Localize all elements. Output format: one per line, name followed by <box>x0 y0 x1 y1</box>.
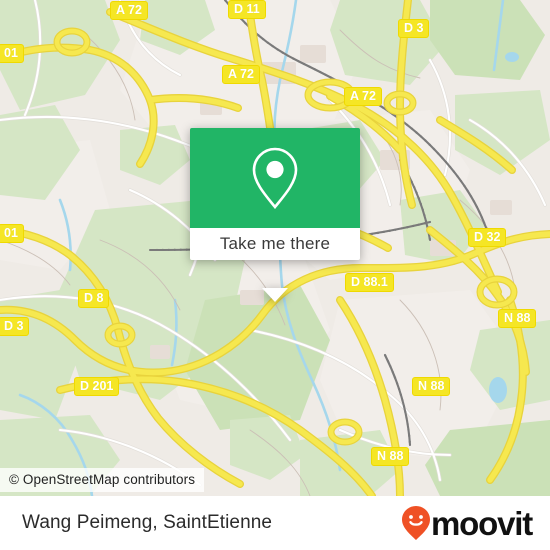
road-shield: N 88 <box>371 447 410 467</box>
road-shield: N 88 <box>498 309 537 329</box>
callout-header <box>190 128 360 228</box>
map-attribution[interactable]: © OpenStreetMap contributors <box>0 468 205 492</box>
callout-pointer <box>262 288 288 302</box>
road-shield: D 201 <box>74 377 120 397</box>
moovit-wordmark: moovit <box>431 504 533 542</box>
road-shield: D 32 <box>468 228 507 248</box>
map-pin-icon <box>252 147 298 210</box>
moovit-map-screenshot: .grn{fill:#d5e6c5} .frs{fill:#cbe1b7} .b… <box>0 0 550 550</box>
place-title: Wang Peimeng, SaintEtienne <box>22 512 273 533</box>
road-shield: D 88.1 <box>345 273 394 293</box>
road-shield: D 11 <box>228 0 266 20</box>
road-shield: A 72 <box>344 87 382 107</box>
take-me-there-label: Take me there <box>219 234 331 253</box>
footer-bar: Wang Peimeng, SaintEtienne moovit <box>0 496 550 550</box>
location-callout[interactable]: Take me there <box>190 128 360 302</box>
road-shield: A 72 <box>222 65 260 85</box>
road-shield: D 3 <box>0 317 30 337</box>
road-shield: N 88 <box>412 377 451 397</box>
road-shield: A 72 <box>110 1 148 21</box>
road-shield: D 8 <box>78 289 110 309</box>
moovit-logo[interactable]: moovit <box>400 504 533 542</box>
road-shield: 01 <box>0 44 24 64</box>
take-me-there-button[interactable]: Take me there <box>190 228 360 260</box>
road-shield: 01 <box>0 224 24 244</box>
moovit-pin-icon <box>402 506 431 540</box>
road-shield: D 3 <box>398 19 430 39</box>
